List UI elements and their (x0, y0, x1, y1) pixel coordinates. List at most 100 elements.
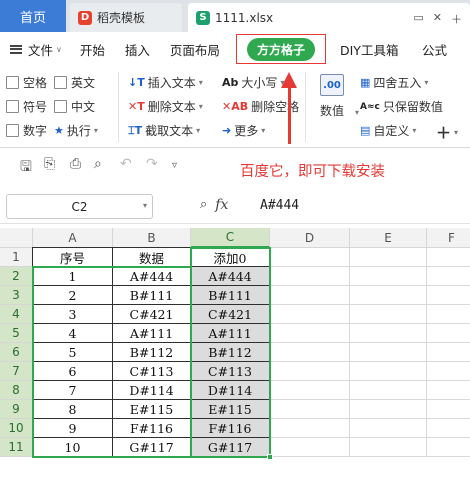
menu-page-layout[interactable]: 页面布局 (160, 40, 230, 59)
formula-input[interactable]: A#444 (260, 198, 299, 213)
custom-button[interactable]: ▤ 自定义 ▾ (360, 122, 416, 139)
cell-e6[interactable] (350, 343, 427, 362)
cell-e11[interactable] (350, 438, 427, 457)
cell-b3[interactable]: B#111 (113, 286, 191, 305)
cell-a7[interactable]: 6 (33, 362, 113, 381)
more-button[interactable]: ➜ 更多 ▾ (222, 122, 265, 139)
round-button[interactable]: ▦ 四舍五入 ▾ (360, 74, 428, 91)
cell-c2[interactable]: A#444 (191, 267, 270, 286)
cell-d11[interactable] (270, 438, 350, 457)
cell-a10[interactable]: 9 (33, 419, 113, 438)
cell-d6[interactable] (270, 343, 350, 362)
column-header-a[interactable]: A (33, 228, 113, 248)
cell-e1[interactable] (350, 248, 427, 267)
cell-c8[interactable]: D#114 (191, 381, 270, 400)
cell-e4[interactable] (350, 305, 427, 324)
cell-b10[interactable]: F#116 (113, 419, 191, 438)
cell-c1[interactable]: 添加0 (191, 248, 270, 267)
menu-home[interactable]: 开始 (70, 40, 115, 59)
zoom-search-icon[interactable]: ⌕ (200, 197, 207, 213)
cell-d2[interactable] (270, 267, 350, 286)
cell-a2[interactable]: 1 (33, 267, 113, 286)
tab-file[interactable]: S 1111.xlsx ▭ ✕ ＋ (188, 3, 470, 32)
cell-a3[interactable]: 2 (33, 286, 113, 305)
checkbox-english[interactable]: 英文 (54, 74, 95, 91)
row-header-10[interactable]: 10 (0, 419, 33, 438)
case-button[interactable]: Ab 大小写 ▾ (222, 74, 284, 91)
tab-template[interactable]: D 稻壳模板 (70, 3, 182, 32)
row-header-7[interactable]: 7 (0, 362, 33, 381)
cell-f2[interactable] (427, 267, 470, 286)
chevron-down-icon[interactable]: ▿ (172, 160, 177, 171)
cell-a4[interactable]: 3 (33, 305, 113, 324)
row-header-6[interactable]: 6 (0, 343, 33, 362)
cell-b2[interactable]: A#444 (113, 267, 191, 286)
menu-insert[interactable]: 插入 (115, 40, 160, 59)
number-button[interactable]: .00 数值 ▾ (312, 74, 359, 119)
cell-f5[interactable] (427, 324, 470, 343)
cell-e5[interactable] (350, 324, 427, 343)
cell-b1[interactable]: 数据 (113, 248, 191, 267)
undo-icon[interactable]: ↶ (120, 156, 132, 172)
row-header-3[interactable]: 3 (0, 286, 33, 305)
fill-handle[interactable] (267, 454, 273, 460)
row-header-1[interactable]: 1 (0, 248, 33, 267)
cell-f9[interactable] (427, 400, 470, 419)
cell-d7[interactable] (270, 362, 350, 381)
cell-d8[interactable] (270, 381, 350, 400)
redo-icon[interactable]: ↷ (146, 156, 158, 172)
cell-f10[interactable] (427, 419, 470, 438)
column-header-c[interactable]: C (191, 228, 270, 248)
cell-e7[interactable] (350, 362, 427, 381)
cell-b8[interactable]: D#114 (113, 381, 191, 400)
save-icon[interactable]: 🖫 (20, 156, 32, 180)
file-menu[interactable]: 文件 ∨ (0, 40, 70, 59)
execute-button[interactable]: ★ 执行 ▾ (54, 122, 98, 139)
cell-e3[interactable] (350, 286, 427, 305)
checkbox-chinese[interactable]: 中文 (54, 98, 95, 115)
cell-f3[interactable] (427, 286, 470, 305)
row-header-4[interactable]: 4 (0, 305, 33, 324)
cell-f11[interactable] (427, 438, 470, 457)
select-all-corner[interactable] (0, 228, 33, 248)
cell-a9[interactable]: 8 (33, 400, 113, 419)
cell-a5[interactable]: 4 (33, 324, 113, 343)
column-header-f[interactable]: F (427, 228, 470, 248)
cell-f7[interactable] (427, 362, 470, 381)
cell-f4[interactable] (427, 305, 470, 324)
checkbox-space[interactable]: 空格 (6, 74, 47, 91)
cell-d5[interactable] (270, 324, 350, 343)
menu-diy-toolbox[interactable]: DIY工具箱 (330, 40, 408, 59)
cut-text-button[interactable]: ⌶T 截取文本 ▾ (128, 122, 200, 139)
row-header-5[interactable]: 5 (0, 324, 33, 343)
menu-formula[interactable]: 公式 (412, 40, 457, 59)
cell-c5[interactable]: A#111 (191, 324, 270, 343)
checkbox-symbol[interactable]: 符号 (6, 98, 47, 115)
cell-a1[interactable]: 序号 (33, 248, 113, 267)
row-header-9[interactable]: 9 (0, 400, 33, 419)
cell-f6[interactable] (427, 343, 470, 362)
name-box[interactable]: C2 ▾ (6, 194, 153, 219)
cell-e9[interactable] (350, 400, 427, 419)
cell-c9[interactable]: E#115 (191, 400, 270, 419)
cell-a6[interactable]: 5 (33, 343, 113, 362)
cell-f8[interactable] (427, 381, 470, 400)
export-pdf-icon[interactable]: ⎘ (44, 156, 55, 172)
keep-value-button[interactable]: A≈c 只保留数值 (360, 98, 443, 115)
cell-c4[interactable]: C#421 (191, 305, 270, 324)
window-mode-icon[interactable]: ▭ (413, 11, 423, 27)
print-icon[interactable]: ⎙ (70, 156, 81, 172)
row-header-11[interactable]: 11 (0, 438, 33, 457)
new-tab-icon[interactable]: ＋ (451, 11, 462, 27)
cell-b4[interactable]: C#421 (113, 305, 191, 324)
cell-a11[interactable]: 10 (33, 438, 113, 457)
delete-text-button[interactable]: ✕T 删除文本 ▾ (128, 98, 203, 115)
column-header-b[interactable]: B (113, 228, 191, 248)
insert-text-button[interactable]: ↓T 插入文本 ▾ (128, 74, 203, 91)
cell-f1[interactable] (427, 248, 470, 267)
cell-d9[interactable] (270, 400, 350, 419)
close-tab-icon[interactable]: ✕ (433, 11, 442, 27)
cell-d3[interactable] (270, 286, 350, 305)
cell-c10[interactable]: F#116 (191, 419, 270, 438)
cell-b6[interactable]: B#112 (113, 343, 191, 362)
